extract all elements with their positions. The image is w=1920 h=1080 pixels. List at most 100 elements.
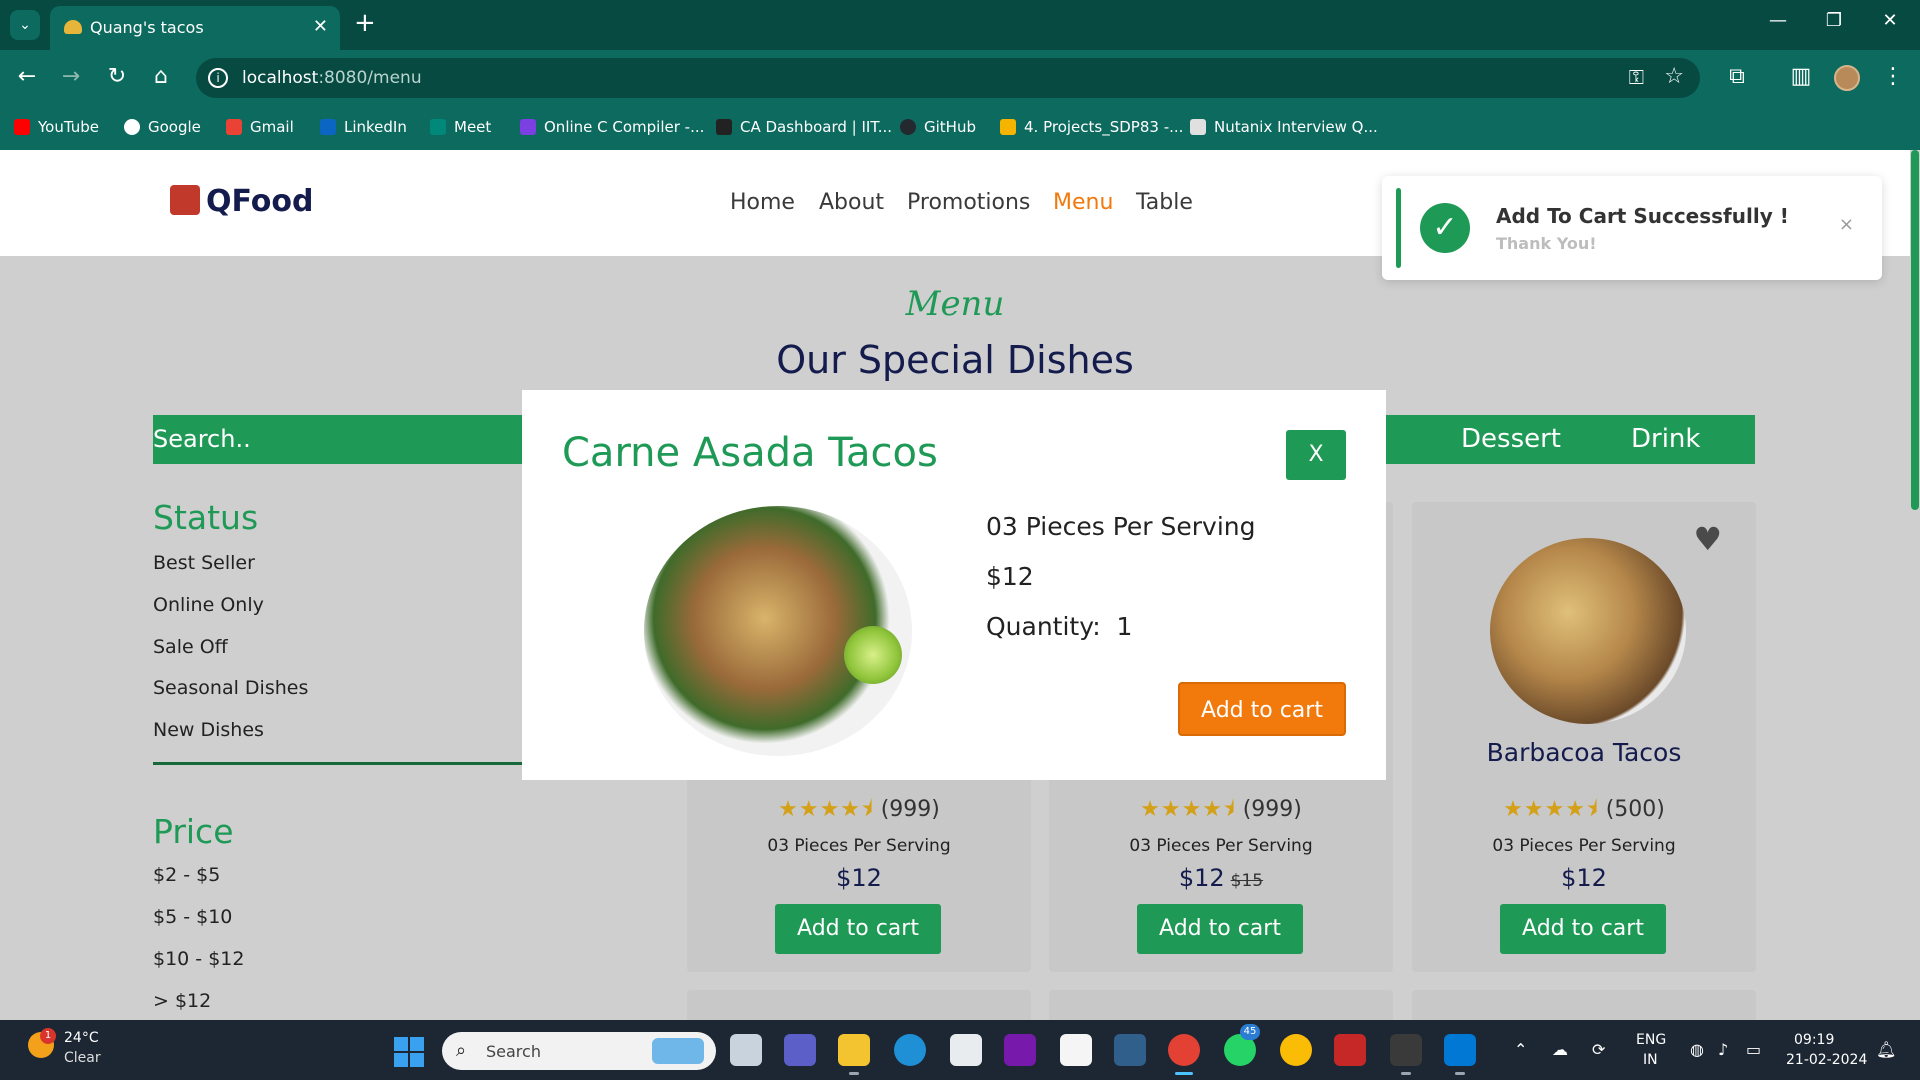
tab-close-icon[interactable]: ✕ [313, 16, 328, 37]
bookmark-github[interactable]: GitHub [900, 118, 976, 136]
extensions-icon[interactable]: ⧉ [1722, 64, 1752, 89]
mysql-workbench-icon[interactable] [1114, 1034, 1146, 1066]
category-dessert[interactable]: Dessert [1461, 424, 1561, 454]
bookmark-star-icon[interactable]: ☆ [1664, 64, 1684, 89]
task-view-icon[interactable] [730, 1034, 762, 1066]
clock-date[interactable]: 21-02-2024 [1786, 1052, 1867, 1068]
bookmark-youtube[interactable]: YouTube [14, 118, 99, 136]
antivirus-shield-icon[interactable] [1334, 1034, 1366, 1066]
close-window-button[interactable]: ✕ [1870, 10, 1910, 31]
cart-success-toast: ✓ Add To Cart Successfully ! Thank You! … [1382, 176, 1882, 280]
chevron-up-icon[interactable]: ⌃ [1514, 1040, 1527, 1059]
filter-price-10-12[interactable]: $10 - $12 [153, 948, 244, 970]
menu-script-heading: Menu [905, 284, 1005, 324]
taco-favicon-icon [64, 20, 82, 34]
tab-search-button[interactable]: ⌄ [10, 10, 40, 40]
add-to-cart-button[interactable]: Add to cart [1137, 904, 1303, 954]
section-title: Our Special Dishes [776, 338, 1134, 382]
weather-condition[interactable]: Clear [64, 1050, 101, 1066]
nav-menu[interactable]: Menu [1053, 190, 1113, 215]
taskbar-search[interactable]: ⌕ Search [442, 1032, 716, 1070]
add-to-cart-button[interactable]: Add to cart [775, 904, 941, 954]
profile-avatar[interactable] [1834, 65, 1860, 91]
bookmark-nutanix[interactable]: Nutanix Interview Q... [1190, 118, 1378, 136]
volume-icon[interactable]: ♪ [1718, 1040, 1728, 1059]
bookmark-projects[interactable]: 4. Projects_SDP83 -... [1000, 118, 1183, 136]
filter-price-over-12[interactable]: > $12 [153, 990, 211, 1012]
filter-new-dishes[interactable]: New Dishes [153, 719, 264, 741]
bookmark-online-c-compiler[interactable]: Online C Compiler -... [520, 118, 704, 136]
filter-sale-off[interactable]: Sale Off [153, 636, 228, 658]
vscode-icon[interactable] [1444, 1034, 1476, 1066]
edge-browser-icon[interactable] [894, 1034, 926, 1066]
language-bottom[interactable]: IN [1643, 1052, 1658, 1068]
site-logo[interactable]: QFood [170, 184, 313, 219]
star-rating-icon: ★★★★⯨ [778, 797, 874, 822]
dish-price: $12 $15 [1178, 864, 1264, 892]
browser-tab[interactable]: Quang's tacos ✕ [50, 6, 340, 50]
sync-icon[interactable]: ⟳ [1592, 1040, 1605, 1059]
bookmark-linkedin[interactable]: LinkedIn [320, 118, 407, 136]
site-info-icon[interactable]: i [208, 68, 228, 88]
toast-close-icon[interactable]: × [1839, 214, 1854, 235]
password-key-icon[interactable]: ⚿ [1629, 65, 1644, 89]
filter-price-2-5[interactable]: $2 - $5 [153, 864, 220, 886]
status-heading: Status [153, 498, 259, 537]
microsoft-store-icon[interactable] [950, 1034, 982, 1066]
url-text[interactable]: localhost:8080/menu [242, 68, 422, 88]
search-highlight-icon [652, 1038, 704, 1064]
nav-promotions[interactable]: Promotions [907, 190, 1030, 215]
filter-online-only[interactable]: Online Only [153, 594, 264, 616]
modal-close-button[interactable]: X [1286, 430, 1346, 480]
windows-start-icon[interactable] [394, 1037, 424, 1067]
modal-title: Carne Asada Tacos [562, 430, 938, 476]
new-tab-button[interactable]: + [354, 8, 376, 38]
add-to-cart-button[interactable]: Add to cart [1500, 904, 1666, 954]
weather-temp[interactable]: 24°C [64, 1030, 99, 1046]
scrollbar-thumb[interactable] [1911, 150, 1919, 510]
forward-arrow-icon[interactable]: → [56, 64, 86, 89]
terminal-icon[interactable] [1390, 1034, 1422, 1066]
back-arrow-icon[interactable]: ← [12, 64, 42, 89]
clock-time[interactable]: 09:19 [1794, 1032, 1834, 1048]
filter-seasonal-dishes[interactable]: Seasonal Dishes [153, 677, 308, 699]
category-drink[interactable]: Drink [1631, 424, 1700, 454]
bookmark-gmail[interactable]: Gmail [226, 118, 294, 136]
bookmark-google[interactable]: Google [124, 118, 201, 136]
language-top[interactable]: ENG [1636, 1032, 1666, 1048]
side-panel-icon[interactable]: ▥ [1786, 64, 1816, 89]
bookmark-meet[interactable]: Meet [430, 118, 491, 136]
home-icon[interactable]: ⌂ [146, 64, 176, 89]
nav-home[interactable]: Home [730, 190, 795, 215]
notification-bell-icon[interactable]: 🔔︎ [1876, 1040, 1896, 1059]
address-bar[interactable]: i localhost:8080/menu ⚿ ☆ [196, 58, 1700, 98]
lightning-icon [520, 119, 536, 135]
chrome-icon[interactable] [1280, 1034, 1312, 1066]
restore-button[interactable]: ❐ [1814, 10, 1854, 31]
dish-name: Barbacoa Tacos [1486, 738, 1682, 767]
nav-about[interactable]: About [819, 190, 884, 215]
teams-chat-icon[interactable] [784, 1034, 816, 1066]
onenote-icon[interactable] [1004, 1034, 1036, 1066]
network-globe-icon[interactable]: ◍ [1690, 1040, 1704, 1059]
minimize-button[interactable]: — [1758, 10, 1798, 31]
quantity-value[interactable]: 1 [1117, 612, 1133, 641]
battery-icon[interactable]: ▭ [1746, 1040, 1761, 1059]
page-scrollbar[interactable] [1910, 150, 1920, 1020]
moodle-icon[interactable] [1060, 1034, 1092, 1066]
favorite-heart-icon[interactable]: ♥ [1693, 520, 1722, 558]
bookmark-ca-dashboard[interactable]: CA Dashboard | IIT... [716, 118, 892, 136]
chrome-profile-icon[interactable] [1168, 1034, 1200, 1066]
dish-rating: ★★★★⯨ (999) [778, 797, 940, 822]
search-input[interactable]: Search.. [153, 425, 251, 453]
modal-add-to-cart-button[interactable]: Add to cart [1178, 682, 1346, 736]
nav-table[interactable]: Table [1136, 190, 1193, 215]
meet-icon [430, 119, 446, 135]
dashboard-icon [716, 119, 732, 135]
filter-best-seller[interactable]: Best Seller [153, 552, 255, 574]
file-explorer-icon[interactable] [838, 1034, 870, 1066]
reload-icon[interactable]: ↻ [102, 64, 132, 89]
filter-price-5-10[interactable]: $5 - $10 [153, 906, 232, 928]
onedrive-icon[interactable]: ☁ [1552, 1040, 1568, 1059]
browser-menu-icon[interactable]: ⋮ [1878, 64, 1908, 89]
